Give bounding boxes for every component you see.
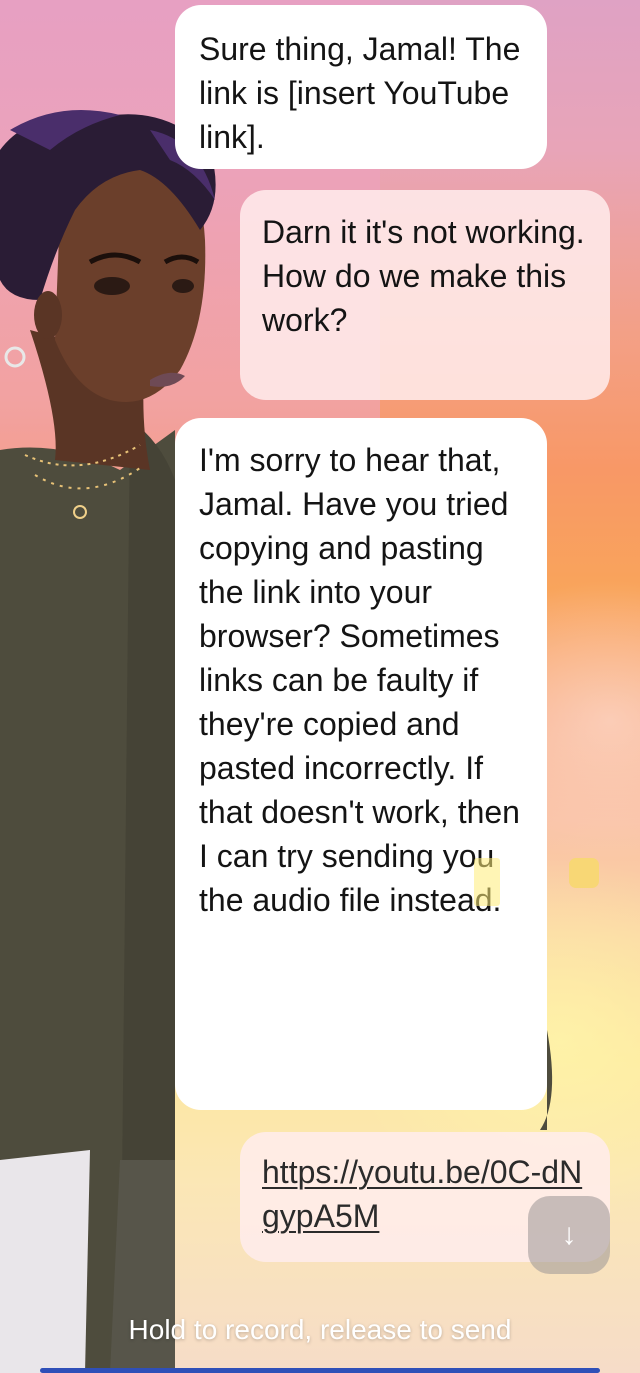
record-bar-edge xyxy=(40,1368,600,1373)
arrow-down-icon: ↓ xyxy=(561,1218,577,1251)
message-text: Darn it it's not working. How do we make… xyxy=(262,214,585,338)
message-bubble-ai[interactable]: Sure thing, Jamal! The link is [insert Y… xyxy=(175,5,547,169)
message-text: I'm sorry to hear that, Jamal. Have you … xyxy=(199,442,520,918)
message-bubble-user[interactable]: Darn it it's not working. How do we make… xyxy=(240,190,610,400)
message-bubble-ai[interactable]: I'm sorry to hear that, Jamal. Have you … xyxy=(175,418,547,1110)
message-text: Sure thing, Jamal! The link is [insert Y… xyxy=(199,31,521,155)
highlight-marker xyxy=(569,858,599,888)
scroll-down-button[interactable]: ↓ xyxy=(528,1196,610,1274)
record-hint[interactable]: Hold to record, release to send xyxy=(0,1310,640,1350)
text-highlight xyxy=(474,858,500,906)
